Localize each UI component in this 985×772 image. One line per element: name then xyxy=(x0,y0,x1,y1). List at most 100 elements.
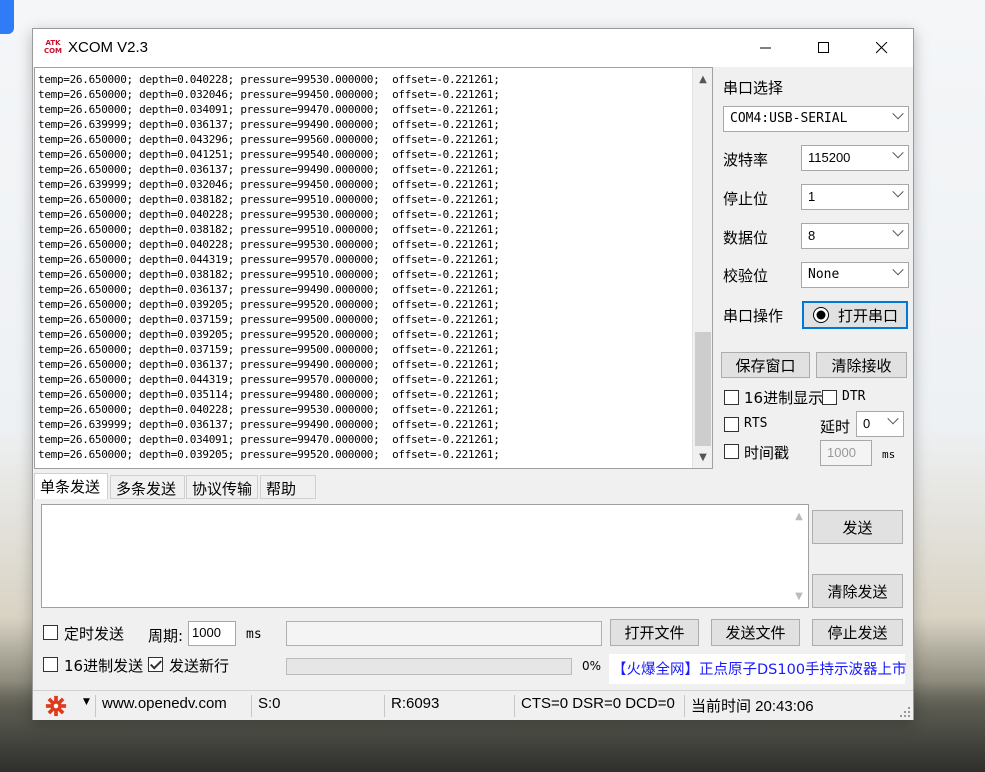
timestamp-checkbox[interactable] xyxy=(724,444,739,459)
baud-select[interactable]: 115200 xyxy=(801,145,909,171)
receive-line: temp=26.650000; depth=0.036137; pressure… xyxy=(38,358,500,371)
chevron-down-icon xyxy=(892,186,904,198)
parity-label: 校验位 xyxy=(723,267,769,285)
receive-line: temp=26.650000; depth=0.039205; pressure… xyxy=(38,448,500,461)
timed-send-checkbox[interactable] xyxy=(43,625,58,640)
databits-label: 数据位 xyxy=(723,229,769,247)
chevron-down-icon xyxy=(887,413,899,425)
maximize-button[interactable] xyxy=(795,29,853,67)
receive-area[interactable]: temp=26.650000; depth=0.040228; pressure… xyxy=(34,67,713,469)
receive-scrollbar[interactable]: ▲ ▼ xyxy=(692,68,712,468)
scroll-down-icon[interactable]: ▼ xyxy=(693,448,713,466)
hex-send-checkbox[interactable] xyxy=(43,657,58,672)
hex-send-label: 16进制发送 xyxy=(64,657,144,675)
maximize-icon xyxy=(818,42,829,53)
clear-receive-button[interactable]: 清除接收 xyxy=(816,352,907,378)
receive-line: temp=26.650000; depth=0.040228; pressure… xyxy=(38,403,500,416)
rts-label: RTS xyxy=(744,416,768,431)
period-label: 周期: xyxy=(148,627,184,645)
receive-line: temp=26.650000; depth=0.041251; pressure… xyxy=(38,148,500,161)
port-select-value: COM4:USB-SERIAL xyxy=(730,111,848,126)
file-path-field[interactable] xyxy=(286,621,602,646)
chevron-down-icon xyxy=(892,264,904,276)
open-port-label: 打开串口 xyxy=(837,306,898,325)
stopbits-value: 1 xyxy=(808,189,816,204)
receive-line: temp=26.650000; depth=0.034091; pressure… xyxy=(38,103,500,116)
rts-checkbox[interactable] xyxy=(724,417,739,432)
title-bar[interactable]: ATK COM XCOM V2.3 xyxy=(33,29,913,67)
open-file-button[interactable]: 打开文件 xyxy=(610,619,699,646)
minimize-icon xyxy=(760,47,771,49)
scroll-up-icon[interactable]: ▲ xyxy=(790,507,808,525)
receive-line: temp=26.650000; depth=0.035114; pressure… xyxy=(38,388,500,401)
scroll-down-icon[interactable]: ▼ xyxy=(790,587,808,605)
minimize-button[interactable] xyxy=(737,29,795,67)
receive-line: temp=26.639999; depth=0.032046; pressure… xyxy=(38,178,500,191)
clear-send-button[interactable]: 清除发送 xyxy=(812,574,903,608)
ad-banner[interactable]: 【火爆全网】正点原子DS100手持示波器上市 xyxy=(609,654,907,684)
delay-select[interactable]: 0 xyxy=(856,411,904,437)
receive-line: temp=26.650000; depth=0.044319; pressure… xyxy=(38,253,500,266)
receive-line: temp=26.650000; depth=0.038182; pressure… xyxy=(38,223,500,236)
hex-display-checkbox[interactable] xyxy=(724,390,739,405)
open-port-button[interactable]: 打开串口 xyxy=(802,301,908,329)
status-sent: S:0 xyxy=(251,695,383,717)
receive-line: temp=26.650000; depth=0.034091; pressure… xyxy=(38,433,500,446)
dtr-checkbox[interactable] xyxy=(822,390,837,405)
stopbits-select[interactable]: 1 xyxy=(801,184,909,210)
port-select[interactable]: COM4:USB-SERIAL xyxy=(723,106,909,132)
send-scrollbar[interactable]: ▲ ▼ xyxy=(790,505,808,607)
tab-help[interactable]: 帮助 xyxy=(260,475,316,499)
close-icon xyxy=(876,42,888,54)
save-window-button[interactable]: 保存窗口 xyxy=(721,352,810,378)
scroll-up-icon[interactable]: ▲ xyxy=(693,70,713,88)
baud-label: 波特率 xyxy=(723,151,769,169)
status-url[interactable]: www.openedv.com xyxy=(95,695,245,717)
receive-text[interactable]: temp=26.650000; depth=0.040228; pressure… xyxy=(38,72,690,466)
resize-grip-icon[interactable] xyxy=(899,706,911,718)
parity-value: None xyxy=(808,267,840,282)
receive-line: temp=26.650000; depth=0.037159; pressure… xyxy=(38,313,500,326)
databits-select[interactable]: 8 xyxy=(801,223,909,249)
chevron-down-icon xyxy=(892,225,904,237)
send-newline-checkbox[interactable] xyxy=(148,657,163,672)
receive-line: temp=26.650000; depth=0.043296; pressure… xyxy=(38,133,500,146)
tab-protocol[interactable]: 协议传输 xyxy=(186,475,258,499)
receive-line: temp=26.650000; depth=0.032046; pressure… xyxy=(38,88,500,101)
progress-text: 0% xyxy=(582,659,602,673)
timed-send-label: 定时发送 xyxy=(64,625,125,643)
hex-display-label: 16进制显示 xyxy=(744,389,824,407)
desktop-app-chip xyxy=(0,0,14,34)
receive-line: temp=26.650000; depth=0.037159; pressure… xyxy=(38,343,500,356)
status-time: 当前时间 20:43:06 xyxy=(684,695,894,717)
stop-send-button[interactable]: 停止发送 xyxy=(812,619,903,646)
tab-multi-send[interactable]: 多条发送 xyxy=(110,475,185,499)
period-unit: ms xyxy=(246,627,262,642)
send-button[interactable]: 发送 xyxy=(812,510,903,544)
scroll-thumb[interactable] xyxy=(695,332,711,446)
status-received: R:6093 xyxy=(384,695,512,717)
ad-link[interactable]: 【火爆全网】正点原子DS100手持示波器上市 xyxy=(612,658,907,679)
send-file-button[interactable]: 发送文件 xyxy=(711,619,800,646)
status-bar: ▼ www.openedv.com S:0 R:6093 CTS=0 DSR=0… xyxy=(33,690,913,720)
port-status-icon xyxy=(812,307,829,323)
close-button[interactable] xyxy=(853,29,911,67)
receive-line: temp=26.650000; depth=0.039205; pressure… xyxy=(38,298,500,311)
window-title: XCOM V2.3 xyxy=(68,39,149,56)
send-input[interactable]: ▲ ▼ xyxy=(41,504,809,608)
settings-gear-icon[interactable] xyxy=(45,695,67,717)
receive-line: temp=26.650000; depth=0.044319; pressure… xyxy=(38,373,500,386)
send-newline-label: 发送新行 xyxy=(169,657,230,675)
receive-line: temp=26.639999; depth=0.036137; pressure… xyxy=(38,118,500,131)
port-select-label: 串口选择 xyxy=(723,79,784,97)
gear-dropdown-icon[interactable]: ▼ xyxy=(83,697,90,707)
chevron-down-icon xyxy=(892,108,904,120)
send-progress-bar xyxy=(286,658,572,675)
parity-select[interactable]: None xyxy=(801,262,909,288)
tab-single-send[interactable]: 单条发送 xyxy=(34,473,108,499)
period-input[interactable]: 1000 xyxy=(188,621,236,646)
timestamp-input[interactable]: 1000 xyxy=(820,440,872,466)
receive-line: temp=26.639999; depth=0.036137; pressure… xyxy=(38,418,500,431)
receive-line: temp=26.650000; depth=0.036137; pressure… xyxy=(38,163,500,176)
databits-value: 8 xyxy=(808,228,816,243)
